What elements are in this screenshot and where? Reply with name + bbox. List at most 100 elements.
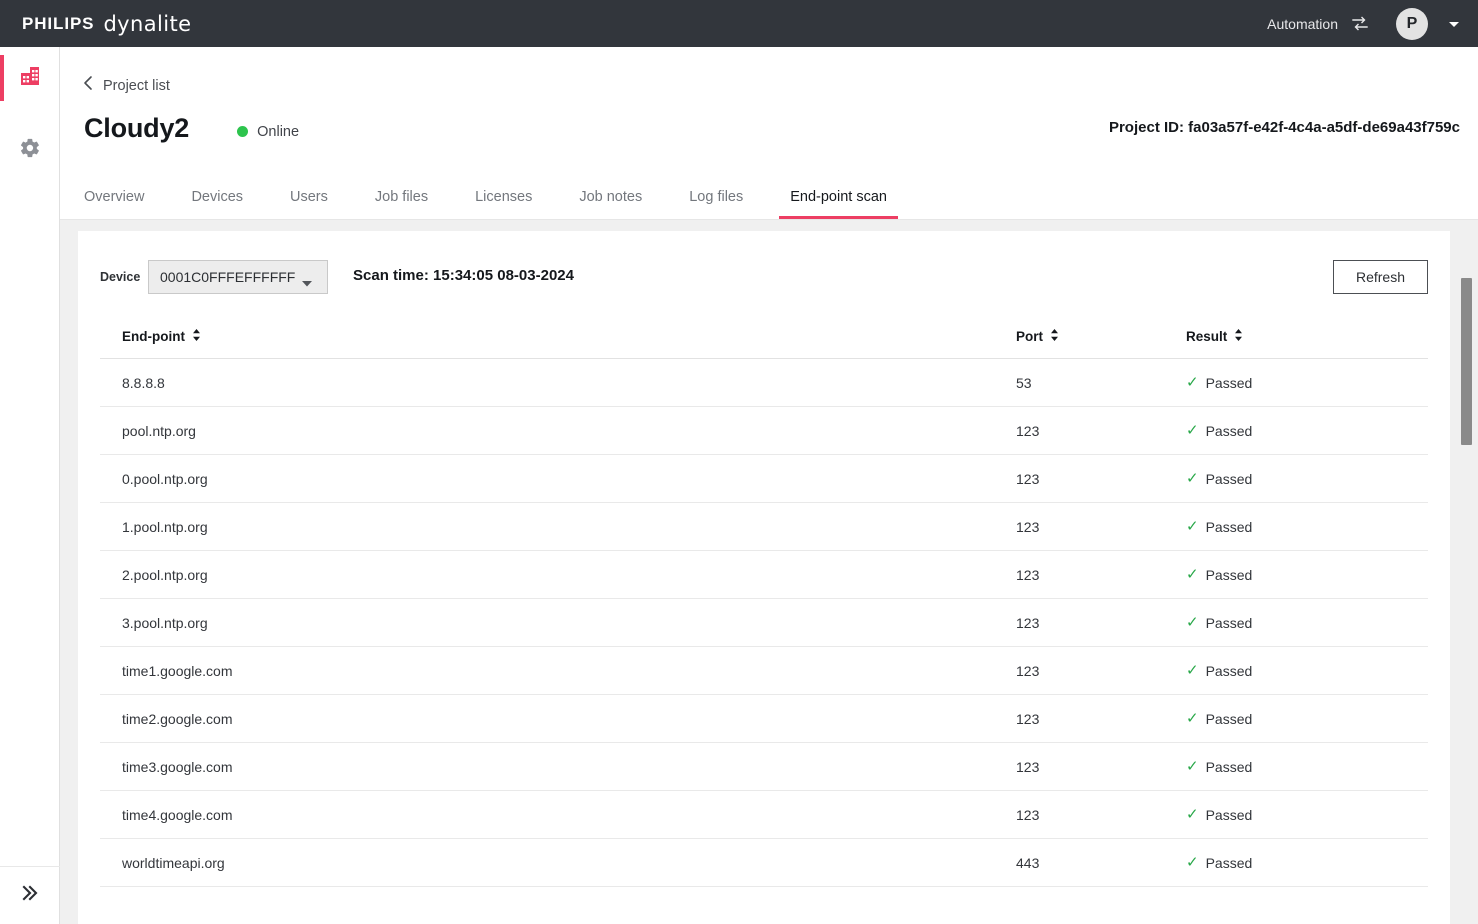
table-row[interactable]: time2.google.com123✓ Passed [100,695,1428,743]
caret-down-icon [301,275,313,293]
breadcrumb-label: Project list [103,78,170,94]
table-row[interactable]: time4.google.com123✓Passed [100,791,1428,839]
swap-icon[interactable] [1350,14,1370,34]
result-status: ✓Passed [1186,807,1426,823]
cell-result: ✓ Passed [1186,711,1426,727]
table-row[interactable]: 2.pool.ntp.org123✓Passed [100,551,1428,599]
double-chevron-right-icon [19,882,41,909]
cell-result: ✓Passed [1186,759,1426,775]
avatar-initial: P [1407,15,1418,33]
cell-port: 123 [1016,471,1186,487]
cell-endpoint: worldtimeapi.org [100,855,1016,871]
app-root: PHILIPS dynalite Automation P [0,0,1478,924]
sort-endpoint-button[interactable]: End-point [122,328,201,345]
tab-overview[interactable]: Overview [84,189,144,219]
sort-arrows-icon [1050,328,1059,345]
cell-result: ✓ Passed [1186,663,1426,679]
cell-endpoint: time3.google.com [100,759,1016,775]
rail-expand-button[interactable] [0,866,60,924]
avatar[interactable]: P [1396,8,1428,40]
refresh-button[interactable]: Refresh [1333,260,1428,294]
content-scrollbar-thumb[interactable] [1461,278,1472,445]
device-select[interactable]: 0001C0FFFEFFFFFF [148,260,328,294]
sort-arrows-icon [1234,328,1243,345]
header-label-endpoint: End-point [122,329,185,344]
cell-port: 123 [1016,711,1186,727]
cell-port: 123 [1016,519,1186,535]
breadcrumb[interactable]: Project list [83,75,170,96]
check-icon: ✓ [1186,567,1199,582]
card-toolbar: Device 0001C0FFFEFFFFFF Scan time: 15:34… [100,260,1428,294]
check-icon: ✓ [1186,807,1199,822]
cell-endpoint: 0.pool.ntp.org [100,471,1016,487]
cell-result: ✓Passed [1186,807,1426,823]
table-row[interactable]: 1.pool.ntp.org123✓Passed [100,503,1428,551]
cell-port: 123 [1016,663,1186,679]
cell-endpoint: 8.8.8.8 [100,375,1016,391]
cell-result: ✓Passed [1186,375,1426,391]
project-title-row: Cloudy2 Online [84,113,299,144]
result-status: ✓ Passed [1186,471,1426,487]
result-label: Passed [1206,855,1253,871]
result-label: Passed [1206,567,1253,583]
result-status: ✓ Passed [1186,567,1426,583]
tab-end-point-scan[interactable]: End-point scan [790,189,887,219]
cell-endpoint: 3.pool.ntp.org [100,615,1016,631]
status-dot-icon [237,126,248,137]
result-label: Passed [1206,615,1253,631]
building-icon [19,65,41,92]
tab-job-notes[interactable]: Job notes [579,189,642,219]
sidebar-item-settings[interactable] [0,127,60,173]
result-label: Passed [1206,663,1253,679]
cell-result: ✓Passed [1186,423,1426,439]
result-status: ✓ Passed [1186,615,1426,631]
endpoint-scan-card: Device 0001C0FFFEFFFFFF Scan time: 15:34… [78,231,1450,924]
brand-philips-text: PHILIPS [22,14,94,34]
header-label-result: Result [1186,329,1227,344]
table-row[interactable]: 0.pool.ntp.org123✓ Passed [100,455,1428,503]
page-container: Project list Cloudy2 Online Project ID: … [60,47,1478,924]
check-icon: ✓ [1186,519,1199,534]
left-rail [0,47,60,924]
cell-port: 443 [1016,855,1186,871]
header-cell-port: Port [1016,328,1186,346]
check-icon: ✓ [1186,855,1199,870]
table-row[interactable]: 3.pool.ntp.org123✓Passed [100,599,1428,647]
tab-licenses[interactable]: Licenses [475,189,532,219]
result-label: Passed [1206,471,1253,487]
result-status: ✓ Passed [1186,711,1426,727]
result-status: ✓ Passed [1186,855,1426,871]
top-bar-right: Automation P [1267,8,1478,40]
table-row[interactable]: worldtimeapi.org443✓ Passed [100,839,1428,887]
sidebar-item-projects[interactable] [0,55,60,101]
chevron-left-icon [83,75,93,96]
table-row[interactable]: pool.ntp.org123✓Passed [100,407,1428,455]
cell-port: 123 [1016,759,1186,775]
table-row[interactable]: time3.google.com123✓Passed [100,743,1428,791]
header-cell-endpoint: End-point [100,328,1016,346]
sort-port-button[interactable]: Port [1016,328,1059,345]
check-icon: ✓ [1186,471,1199,486]
tab-log-files[interactable]: Log files [689,189,743,219]
result-status: ✓Passed [1186,375,1426,391]
check-icon: ✓ [1186,711,1199,726]
endpoint-scan-table: End-point Port [100,315,1428,887]
check-icon: ✓ [1186,615,1199,630]
result-label: Passed [1206,711,1253,727]
table-row[interactable]: time1.google.com123✓Passed [100,647,1428,695]
top-bar: PHILIPS dynalite Automation P [0,0,1478,47]
tab-job-files[interactable]: Job files [375,189,428,219]
cell-port: 53 [1016,375,1186,391]
tab-users[interactable]: Users [290,189,328,219]
status-badge: Online [237,124,299,140]
sort-result-button[interactable]: Result [1186,328,1243,345]
result-status: ✓ Passed [1186,663,1426,679]
content-scrollbar-track[interactable] [1461,224,1472,916]
check-icon: ✓ [1186,663,1199,678]
cell-endpoint: time2.google.com [100,711,1016,727]
tab-devices[interactable]: Devices [191,189,243,219]
table-row[interactable]: 8.8.8.853✓Passed [100,359,1428,407]
content-background: Device 0001C0FFFEFFFFFF Scan time: 15:34… [60,220,1478,924]
chevron-down-icon[interactable] [1446,16,1462,32]
cell-port: 123 [1016,567,1186,583]
